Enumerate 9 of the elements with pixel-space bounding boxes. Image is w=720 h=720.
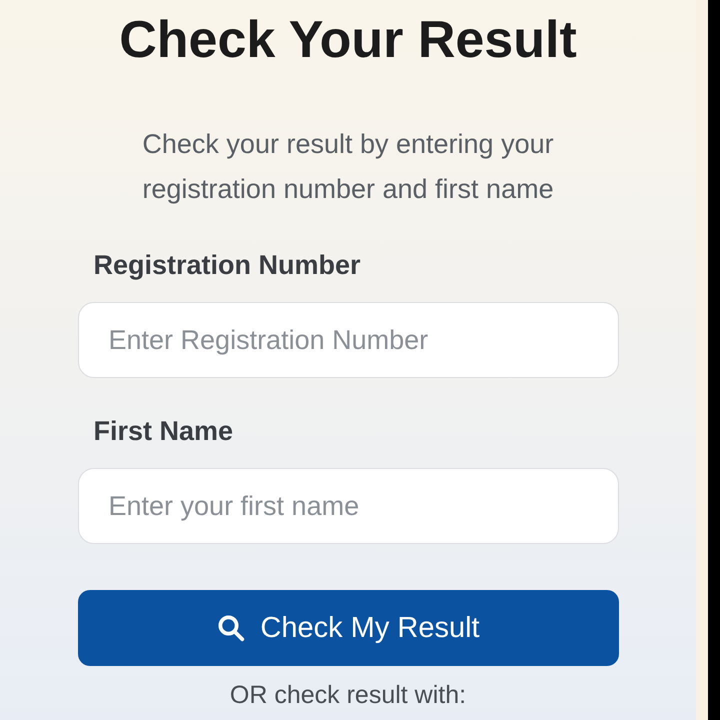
page-title: Check Your Result <box>119 10 577 70</box>
page-subtitle: Check your result by entering your registration number and first name <box>141 128 555 206</box>
input-field[interactable]: Enter Registration Number <box>78 302 618 378</box>
input-field[interactable]: Enter your first name <box>78 468 618 544</box>
alternative-text: OR check result with: <box>228 680 468 710</box>
search-icon <box>216 613 246 643</box>
field-label: First Name <box>94 415 234 448</box>
check-result-button[interactable]: Check My Result <box>78 590 618 666</box>
field-label: Registration Number <box>94 249 362 282</box>
